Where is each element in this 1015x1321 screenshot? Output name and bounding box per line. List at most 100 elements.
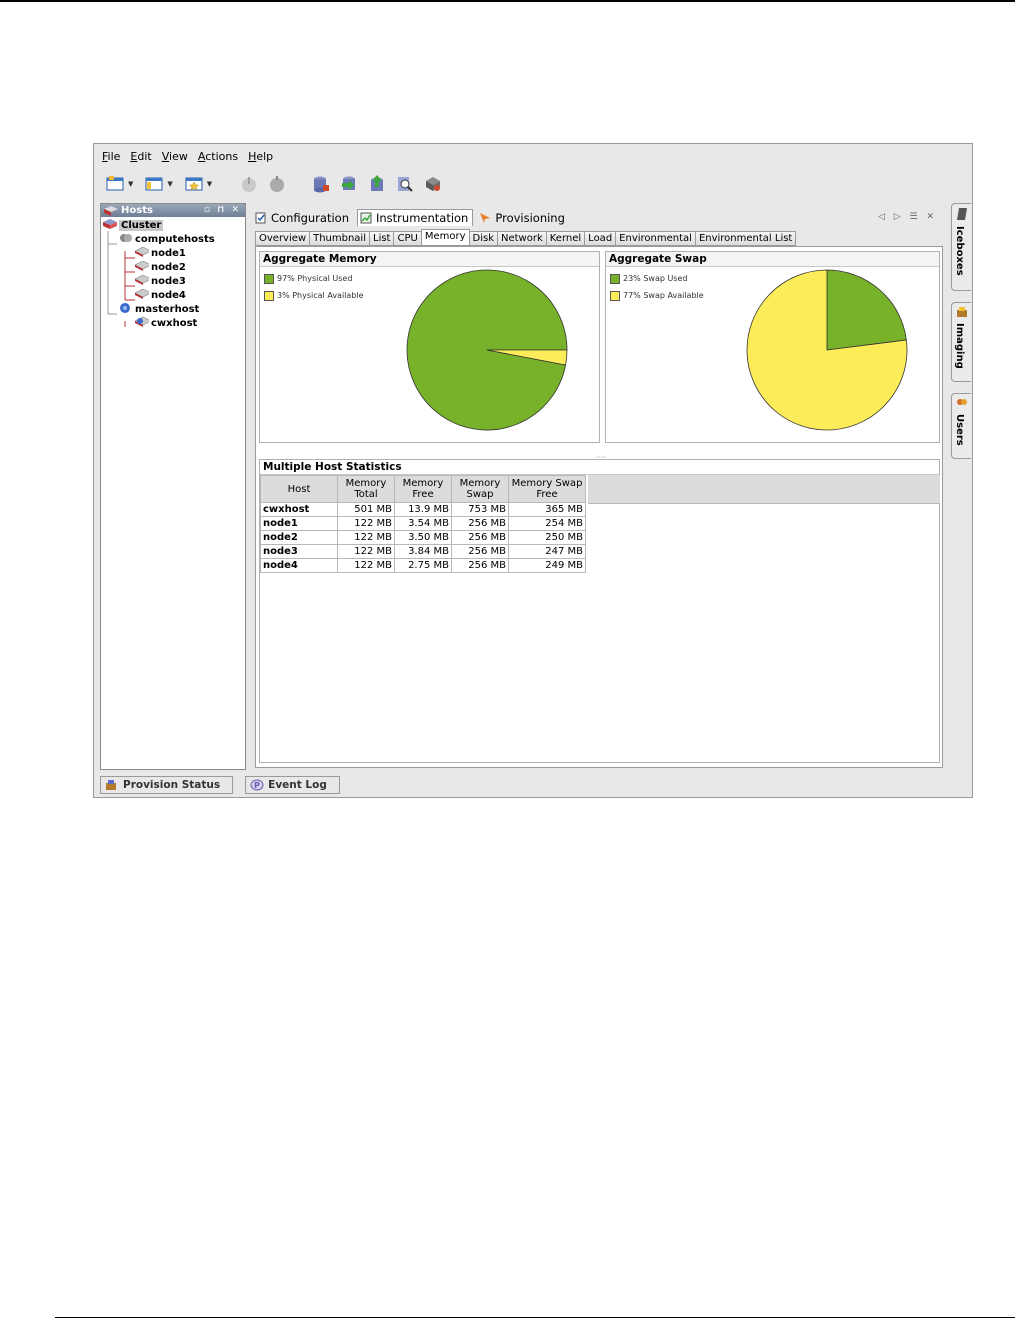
cell-memory-swap-free: 365 MB bbox=[508, 502, 586, 517]
cell-memory-total: 501 MB bbox=[337, 502, 395, 517]
perspective-tabs: Configuration Instrumentation Provisioni… bbox=[253, 209, 569, 226]
table-header-filler bbox=[588, 475, 940, 504]
column-header-host[interactable]: Host bbox=[260, 475, 338, 503]
side-tab-iceboxes[interactable]: Iceboxes bbox=[951, 203, 971, 291]
cell-host: node2 bbox=[260, 530, 338, 545]
menu-file[interactable]: File bbox=[102, 150, 120, 166]
table-row[interactable]: node4 122 MB 2.75 MB 256 MB 249 MB bbox=[260, 558, 586, 573]
side-tab-label: Iceboxes bbox=[954, 226, 965, 276]
aggregate-swap-pie bbox=[746, 269, 908, 431]
menu-actions[interactable]: Actions bbox=[198, 150, 238, 166]
import-button[interactable] bbox=[338, 174, 360, 194]
column-header-memory-swap-free[interactable]: Memory Swap Free bbox=[508, 475, 586, 503]
tab-event-log[interactable]: P Event Log bbox=[245, 776, 340, 794]
tab-configuration[interactable]: Configuration bbox=[253, 209, 353, 226]
database-button[interactable] bbox=[310, 174, 332, 194]
cell-host: cwxhost bbox=[260, 502, 338, 517]
tab-network[interactable]: Network bbox=[496, 231, 547, 246]
layout-button[interactable] bbox=[143, 174, 165, 194]
cell-memory-swap: 256 MB bbox=[451, 516, 509, 531]
tab-cpu[interactable]: CPU bbox=[393, 231, 422, 246]
tab-memory[interactable]: Memory bbox=[420, 229, 470, 246]
tree-item-cluster[interactable]: Cluster bbox=[101, 219, 245, 233]
cell-memory-swap-free: 250 MB bbox=[508, 530, 586, 545]
tab-disk[interactable]: Disk bbox=[468, 231, 498, 246]
tab-environmental[interactable]: Environmental bbox=[615, 231, 696, 246]
cwxhost-icon bbox=[135, 317, 149, 327]
cell-memory-swap-free: 249 MB bbox=[508, 558, 586, 573]
application-window: File Edit View Actions Help ▼ ▼ ▼ Hosts … bbox=[93, 143, 973, 798]
table-row[interactable]: cwxhost 501 MB 13.9 MB 753 MB 365 MB bbox=[260, 502, 586, 517]
power-off-button[interactable] bbox=[266, 174, 288, 194]
tab-thumbnail[interactable]: Thumbnail bbox=[309, 231, 370, 246]
menu-view[interactable]: View bbox=[162, 150, 188, 166]
legend-swatch-used bbox=[610, 273, 620, 284]
menu-edit[interactable]: Edit bbox=[130, 150, 151, 166]
pane-controls[interactable]: ▫ ⊓ ✕ bbox=[204, 204, 241, 217]
column-header-memory-total[interactable]: Memory Total bbox=[337, 475, 395, 503]
table-row[interactable]: node3 122 MB 3.84 MB 256 MB 247 MB bbox=[260, 544, 586, 559]
tree-item-computehosts[interactable]: computehosts bbox=[101, 233, 245, 247]
aggregate-memory-panel: Aggregate Memory 97% Physical Used 3% Ph… bbox=[259, 251, 600, 443]
legend-label: 3% Physical Available bbox=[277, 291, 364, 300]
legend-item: 97% Physical Used bbox=[264, 270, 364, 287]
tab-provision-status[interactable]: Provision Status bbox=[100, 776, 234, 794]
dropdown-arrow-icon[interactable]: ▼ bbox=[167, 180, 172, 188]
tree-item-cwxhost[interactable]: cwxhost bbox=[101, 317, 245, 331]
cell-host: node4 bbox=[260, 558, 338, 573]
dropdown-arrow-icon[interactable]: ▼ bbox=[128, 180, 133, 188]
tab-instrumentation[interactable]: Instrumentation bbox=[357, 209, 474, 226]
pie-slice-used bbox=[826, 269, 907, 351]
cell-memory-free: 13.9 MB bbox=[394, 502, 452, 517]
aggregate-swap-legend: 23% Swap Used 77% Swap Available bbox=[610, 270, 704, 304]
table-row[interactable]: node1 122 MB 3.54 MB 256 MB 254 MB bbox=[260, 516, 586, 531]
host-group-icon bbox=[120, 234, 132, 242]
cell-memory-free: 3.54 MB bbox=[394, 516, 452, 531]
tree-item-node3[interactable]: node3 bbox=[101, 275, 245, 289]
upload-button[interactable] bbox=[366, 174, 388, 194]
tab-load[interactable]: Load bbox=[584, 231, 617, 246]
host-settings-button[interactable] bbox=[422, 174, 444, 194]
tab-environmental-list[interactable]: Environmental List bbox=[694, 231, 797, 246]
side-tab-label: Users bbox=[954, 414, 965, 446]
view-controls[interactable]: ◁ ▷ ☰ ✕ bbox=[878, 212, 937, 222]
page-bottom-rule bbox=[55, 1317, 1015, 1318]
search-button[interactable] bbox=[394, 174, 416, 194]
column-header-memory-free[interactable]: Memory Free bbox=[394, 475, 452, 503]
new-window-button[interactable] bbox=[104, 174, 126, 194]
page-top-rule bbox=[0, 0, 1015, 2]
configuration-icon bbox=[255, 212, 266, 223]
power-on-button[interactable] bbox=[238, 174, 260, 194]
main-area: Configuration Instrumentation Provisioni… bbox=[253, 203, 945, 770]
aggregate-swap-panel: Aggregate Swap 23% Swap Used 77% Swap Av… bbox=[605, 251, 940, 443]
tree-item-node4[interactable]: node4 bbox=[101, 289, 245, 303]
cell-host: node3 bbox=[260, 544, 338, 559]
tab-list[interactable]: List bbox=[369, 231, 395, 246]
menu-help[interactable]: Help bbox=[248, 150, 273, 166]
search-icon bbox=[398, 177, 413, 192]
tab-provisioning[interactable]: Provisioning bbox=[477, 209, 569, 226]
new-window-icon bbox=[106, 176, 124, 191]
cell-memory-free: 2.75 MB bbox=[394, 558, 452, 573]
tree-item-node1[interactable]: node1 bbox=[101, 247, 245, 261]
side-tab-imaging[interactable]: Imaging bbox=[951, 302, 971, 382]
database-icon bbox=[314, 176, 330, 193]
tree-item-node2[interactable]: node2 bbox=[101, 261, 245, 275]
legend-label: 97% Physical Used bbox=[277, 274, 353, 283]
table-row[interactable]: node2 122 MB 3.50 MB 256 MB 250 MB bbox=[260, 530, 586, 545]
provisioning-icon bbox=[480, 212, 491, 223]
tab-kernel[interactable]: Kernel bbox=[545, 231, 586, 246]
dropdown-arrow-icon[interactable]: ▼ bbox=[207, 180, 212, 188]
favorites-icon bbox=[185, 177, 203, 191]
host-statistics-title: Multiple Host Statistics bbox=[260, 460, 939, 475]
favorites-button[interactable] bbox=[183, 174, 205, 194]
node-icon bbox=[135, 289, 149, 299]
side-tab-users[interactable]: Users bbox=[951, 393, 971, 459]
legend-item: 3% Physical Available bbox=[264, 287, 364, 304]
aggregate-swap-title: Aggregate Swap bbox=[606, 252, 939, 267]
memory-view: Aggregate Memory 97% Physical Used 3% Ph… bbox=[255, 246, 943, 768]
column-header-memory-swap[interactable]: Memory Swap bbox=[451, 475, 509, 503]
tree-item-masterhost[interactable]: masterhost bbox=[101, 303, 245, 317]
tab-overview[interactable]: Overview bbox=[255, 231, 311, 246]
svg-text:P: P bbox=[254, 781, 260, 790]
